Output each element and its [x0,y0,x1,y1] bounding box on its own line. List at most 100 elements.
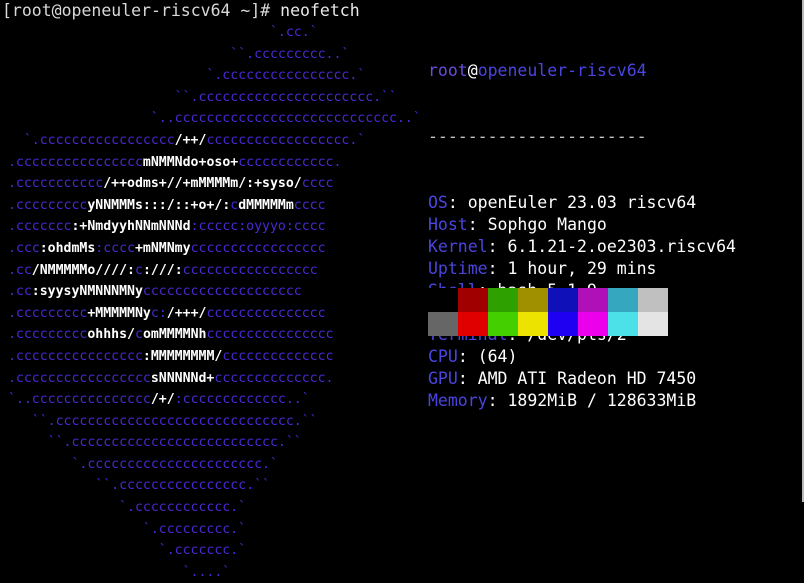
info-key: CPU [428,347,458,366]
ascii-glyph-blue: ``.cccccccccccccccccccccccccccccc.`` [0,413,318,429]
ascii-glyph-blue: `..ccccccccccccccc [0,392,151,408]
info-value: 1892MiB / 128633MiB [507,391,697,410]
ascii-glyph-blue: c: [150,305,167,321]
color-swatch-bright-1 [458,312,488,336]
ascii-glyph-blue: .ccccccccccccccccc [0,370,151,386]
info-colon: : [487,259,508,278]
ascii-glyph-blue: ccccccccccccccccc [182,262,318,278]
ascii-glyph-blue: .ccccccccc [0,305,88,321]
ascii-glyph-blue: :cccc [95,240,135,256]
ascii-art-line: `.cccccccccccc.` [0,497,412,519]
ascii-art-line: .cccccccccohhhs/comMMMMNhccccccccccccccc… [0,324,412,346]
ascii-glyph-white: /++/ [174,132,207,148]
info-value: openEuler 23.03 riscv64 [467,193,697,212]
color-swatch-bright-6 [608,312,638,336]
info-value: AMD ATI Radeon HD 7450 [477,369,697,388]
info-value: 6.1.21-2.oe2303.riscv64 [507,237,736,256]
ascii-glyph-blue: `.ccccccccc.` [0,521,247,537]
info-value: (64) [477,347,518,366]
ascii-glyph-white: +MMMMMNy [87,305,151,321]
ascii-art-line: .cc/NMMMMMo////:c:///:ccccccccccccccccc [0,260,412,282]
header-at-symbol: @ [467,61,478,80]
ascii-glyph-blue: .ccccccccc [0,197,88,213]
info-colon: : [487,237,508,256]
info-row-memory: Memory: 1892MiB / 128633MiB [428,390,736,412]
color-swatch-dark-1 [458,288,488,312]
ascii-glyph-white: :MMMMMMMM/ [142,348,223,364]
header-hostname: openeuler-riscv64 [477,61,647,80]
ascii-art-line: ``.cccccccccccccccccccccc.`` [0,87,412,109]
ascii-glyph-blue: `.cccccccccccccccccccccc.` [0,456,278,472]
color-swatch-dark-0 [428,288,458,312]
ascii-art-line: `.cccccccccccccccccccccc.` [0,454,412,476]
ascii-glyph-blue: cccccccccccccccc [206,327,334,343]
info-colon: : [467,215,488,234]
ascii-art-line: `..ccccccccccccccc/+/:ccccccccccccc..` [0,389,412,411]
ascii-glyph-white: ohhhs/ [87,327,135,343]
ascii-glyph-white: /++odms+//+mMMMMm/:+syso/ [103,176,302,192]
color-swatch-bright-4 [548,312,578,336]
color-palette-blocks [428,288,668,336]
info-header-userhost: root@openeuler-riscv64 [428,60,736,82]
color-swatch-bright-2 [488,312,518,336]
ascii-glyph-blue: cccccccccccccccccc.` [206,132,366,148]
info-separator-rule: ---------------------- [428,127,647,146]
ascii-glyph-white: mNMMNdo+oso+ [142,154,239,170]
ascii-glyph-white: /+++/ [166,305,207,321]
ascii-art-line: .cccccccccyNNMMMs:::/::+o+/:cdMMMMMmcccc [0,195,412,217]
ascii-glyph-blue: cccccccccccccc. [214,370,334,386]
ascii-art-line: .cccccccccccccccc:MMMMMMMM/ccccccccccccc… [0,346,412,368]
info-value: 1 hour, 29 mins [507,259,657,278]
ascii-glyph-blue: cccccccccccccc [222,348,334,364]
ascii-art-line: .cccccccccccccccccsNNNNNd+cccccccccccccc… [0,368,412,390]
color-swatch-dark-7 [638,288,668,312]
ascii-art-line: ``.cccccccccccccccc.`` [0,475,412,497]
info-row-kernel: Kernel: 6.1.21-2.oe2303.riscv64 [428,236,736,258]
info-key: GPU [428,369,458,388]
color-swatch-bright-0 [428,312,458,336]
info-row-cpu: CPU: (64) [428,346,736,368]
ascii-glyph-blue: `.cccccccccccccccc.` [0,68,366,84]
info-key: Host [428,215,468,234]
info-value: Sophgo Mango [487,215,607,234]
ascii-art-line: ``.ccccccccc..` [0,44,412,66]
ascii-glyph-blue: `.cccccccccccc.` [0,500,247,516]
ascii-art-line: `.cc.` [0,22,412,44]
ascii-glyph-blue: .ccccccccccc [0,176,104,192]
header-username: root [428,61,468,80]
terminal-window[interactable]: [root@openeuler-riscv64 ~]# neofetch `.c… [0,0,804,580]
ascii-glyph-white: :///: [142,262,183,278]
ascii-glyph-blue: :ccccc:oyyyo:cccc [190,219,326,235]
ascii-art-line: `.ccccccccc.` [0,519,412,541]
ascii-art-line: ``.cccccccccccccccccccccccccc.`` [0,432,412,454]
ascii-glyph-blue: cccc [293,197,326,213]
info-colon: : [457,347,478,366]
ascii-glyph-white: sNNNNNd+ [150,370,215,386]
ascii-glyph-blue: ccccccccccccccc [206,305,326,321]
ascii-glyph-blue: cccccccccccc. [238,154,342,170]
info-key: OS [428,193,448,212]
ascii-glyph-blue: cccc [301,176,334,192]
ascii-glyph-blue: ``.cccccccccccccccccccccccccc.`` [0,435,302,451]
ascii-glyph-blue: ``.cccccccccccccccccccccc.`` [0,89,397,105]
info-key: Memory [428,391,488,410]
info-key: Uptime [428,259,488,278]
color-swatch-bright-3 [518,312,548,336]
color-swatch-dark-6 [608,288,638,312]
ascii-art-line: `..cccccccccccccccccccccccccccc..` [0,108,421,130]
palette-row-bright [428,312,668,336]
ascii-art-line: .ccccccccccc/++odms+//+mMMMMm/:+syso/ccc… [0,173,412,195]
ascii-glyph-blue: c [134,327,143,343]
ascii-art-line: .cc:syysyNMNNNMNycccccccccccccccccccc [0,281,412,303]
ascii-art-line: .ccc:ohdmMs:cccc+mNMNmyccccccccccccccccc [0,238,412,260]
ascii-art-line: `.ccccccc.` [0,540,412,562]
ascii-glyph-blue: .ccc [0,240,40,256]
ascii-glyph-white: dMMMMMm [238,197,294,213]
ascii-glyph-white: :syysyNMNNNMNy [31,284,143,300]
ascii-glyph-white: /NMMMMMo////: [31,262,135,278]
prompt-string: [root@openeuler-riscv64 ~]# [2,1,281,20]
ascii-glyph-blue: .cccccccccccccccc [0,154,143,170]
ascii-glyph-blue: .cccccccccccccccc [0,348,143,364]
color-swatch-dark-2 [488,288,518,312]
info-colon: : [487,391,508,410]
